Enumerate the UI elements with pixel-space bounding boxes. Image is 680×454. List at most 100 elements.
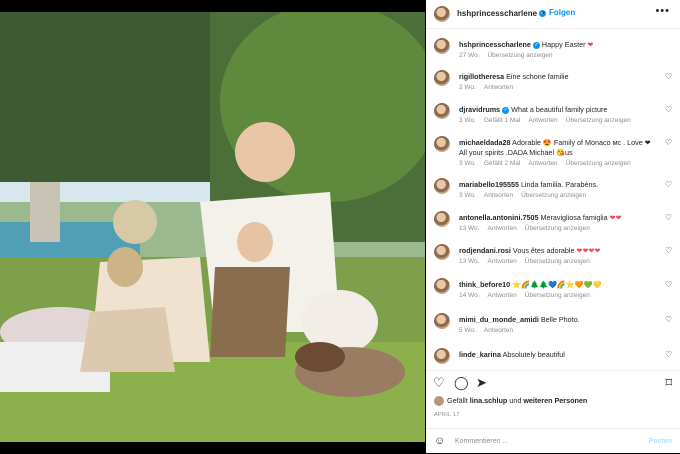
comment-text: hshprincesscharlene ✓ Happy Easter ❤ — [459, 40, 659, 50]
comment-like-heart-icon[interactable]: ♡ — [665, 246, 672, 255]
comment-text: rodjendani.rosi Vous êtes adorable ❤❤❤❤ — [459, 246, 659, 256]
bookmark-icon[interactable]: ⌑ — [665, 375, 672, 391]
post-photo[interactable] — [0, 12, 425, 442]
comment-time[interactable]: 27 Wo. — [459, 52, 479, 59]
comment-action[interactable]: Übersetzung anzeigen — [566, 160, 631, 167]
author-username-text[interactable]: hshprincesscharlene — [457, 9, 537, 18]
comment-action[interactable]: Antworten — [528, 160, 557, 167]
comment-body: What a beautiful family picture — [511, 105, 608, 114]
comment-text: mimi_du_monde_amidi Belle Photo. — [459, 315, 659, 325]
commenter-username[interactable]: mimi_du_monde_amidi — [459, 315, 539, 324]
verified-badge-icon: ✓ — [502, 106, 510, 114]
commenter-avatar[interactable] — [434, 211, 450, 227]
comment-input-bar: ☺ Kommentieren ... Posten — [426, 428, 680, 454]
comment-like-heart-icon[interactable]: ♡ — [665, 315, 672, 324]
comment-like-heart-icon[interactable]: ♡ — [665, 280, 672, 289]
comment-like-heart-icon[interactable]: ♡ — [665, 350, 672, 359]
follow-button[interactable]: Folgen — [549, 8, 575, 17]
comment-meta: 13 Wo. Antworten Übersetzung anzeigen — [459, 258, 598, 265]
comment-action[interactable]: Antworten — [487, 292, 516, 299]
commenter-username[interactable]: antonella.antonini.7505 — [459, 213, 538, 222]
commenter-avatar[interactable] — [434, 313, 450, 329]
comment-time[interactable]: 13 Wo. — [459, 258, 479, 265]
comment-body: Meravigliosa famiglia — [540, 213, 608, 222]
commenter-username[interactable]: linde_karina — [459, 350, 501, 359]
commenter-username[interactable]: rigillotheresa — [459, 72, 504, 81]
comment-action[interactable]: Übersetzung anzeigen — [521, 192, 586, 199]
action-bar: ♡ ◯ ➤ ⌑ — [426, 370, 680, 395]
emoji-icon[interactable]: ☺ — [434, 435, 445, 447]
share-icon[interactable]: ➤ — [476, 375, 487, 391]
comment-text: mariabello195555 Linda familia. Parabéns… — [459, 180, 659, 190]
comment-text: linde_karina Absolutely beautiful — [459, 350, 659, 360]
comment-body: Linda familia. Parabéns. — [520, 180, 599, 189]
comment-body: Absolutely beautiful — [502, 350, 565, 359]
heart-icon[interactable]: ♡ — [433, 375, 445, 391]
comment-action[interactable]: Übersetzung anzeigen — [566, 117, 631, 124]
comment-time[interactable]: 2 Wo. — [459, 84, 476, 91]
comment-like-heart-icon[interactable]: ♡ — [665, 72, 672, 81]
comment-body: Eine schone familie — [506, 72, 569, 81]
comment-action[interactable]: Übersetzung anzeigen — [525, 225, 590, 232]
commenter-avatar[interactable] — [434, 136, 450, 152]
comment-action[interactable]: Übersetzung anzeigen — [487, 52, 552, 59]
commenter-username[interactable]: think_before10 — [459, 280, 510, 289]
comment-action[interactable]: Übersetzung anzeigen — [525, 258, 590, 265]
comment-action[interactable]: Antworten — [487, 225, 516, 232]
author-avatar[interactable] — [434, 6, 450, 22]
comment-time[interactable]: 5 Wo. — [459, 327, 476, 334]
post-date[interactable]: APRIL 17 — [434, 412, 460, 418]
comments-list[interactable]: hshprincesscharlene ✓ Happy Easter ❤ 27 Wo… — [426, 30, 680, 370]
commenter-username[interactable]: michaeldada28 — [459, 138, 511, 147]
commenter-username[interactable]: rodjendani.rosi — [459, 246, 511, 255]
comment-action[interactable]: Antworten — [484, 84, 513, 91]
comment-like-heart-icon[interactable]: ♡ — [665, 180, 672, 189]
comment-action[interactable]: Antworten — [487, 258, 516, 265]
comment-action[interactable]: Gefällt 2 Mal — [484, 160, 521, 167]
comment-body: Belle Photo. — [540, 315, 580, 324]
comment-icon[interactable]: ◯ — [454, 375, 469, 391]
comment-text: michaeldada28 Adorable 😍 Family of Monac… — [459, 138, 659, 158]
comment-action[interactable]: Gefällt 1 Mal — [484, 117, 521, 124]
comment-action[interactable]: Antworten — [484, 192, 513, 199]
comment-like-heart-icon[interactable]: ♡ — [665, 105, 672, 114]
likes-others-link[interactable]: weiteren Personen — [523, 396, 587, 405]
commenter-avatar[interactable] — [434, 38, 450, 54]
commenter-avatar[interactable] — [434, 178, 450, 194]
comment-input[interactable]: Kommentieren ... — [455, 438, 508, 445]
commenter-avatar[interactable] — [434, 278, 450, 294]
comment-meta: 27 Wo. Übersetzung anzeigen — [459, 52, 561, 59]
commenter-username[interactable]: djravidrums — [459, 105, 500, 114]
comment-time[interactable]: 3 Wo. — [459, 192, 476, 199]
post-header: hshprincesscharlene ✓ • Folgen ••• — [426, 0, 680, 29]
liker-username[interactable]: lina.schlup — [470, 396, 508, 405]
more-options-icon[interactable]: ••• — [655, 5, 670, 17]
commenter-username[interactable]: hshprincesscharlene — [459, 40, 531, 49]
liker-avatar — [434, 396, 444, 407]
commenter-avatar[interactable] — [434, 348, 450, 364]
comment-meta: 2 Wo. Antworten — [459, 84, 521, 91]
comment-action[interactable]: Antworten — [528, 117, 557, 124]
author-username[interactable]: hshprincesscharlene ✓ — [457, 9, 547, 18]
comment-body: Happy Easter — [541, 40, 586, 49]
commenter-username[interactable]: mariabello195555 — [459, 180, 519, 189]
comment-time[interactable]: 3 Wo. — [459, 117, 476, 124]
comment-like-heart-icon[interactable]: ♡ — [665, 138, 672, 147]
comment-action[interactable]: Übersetzung anzeigen — [525, 292, 590, 299]
family-photo-illustration — [0, 12, 425, 442]
comment-time[interactable]: 14 Wo. — [459, 292, 479, 299]
comment-emoji: ❤❤❤❤ — [576, 246, 601, 255]
likes-prefix: Gefällt — [447, 396, 468, 405]
comment-body: ⭐🌈🌲🌲💙🌈⭐🧡💚💛 — [512, 280, 602, 289]
comment-time[interactable]: 13 Wo. — [459, 225, 479, 232]
comment-like-heart-icon[interactable]: ♡ — [665, 213, 672, 222]
comment-action[interactable]: Antworten — [484, 327, 513, 334]
comment-text: antonella.antonini.7505 Meravigliosa fam… — [459, 213, 659, 223]
commenter-avatar[interactable] — [434, 70, 450, 86]
commenter-avatar[interactable] — [434, 244, 450, 260]
instagram-post-modal: hshprincesscharlene ✓ • Folgen ••• hshpri… — [0, 0, 680, 453]
commenter-avatar[interactable] — [434, 103, 450, 119]
post-comment-button[interactable]: Posten — [649, 438, 672, 445]
post-sidebar: hshprincesscharlene ✓ • Folgen ••• hshpri… — [426, 0, 680, 453]
comment-time[interactable]: 3 Wo. — [459, 160, 476, 167]
